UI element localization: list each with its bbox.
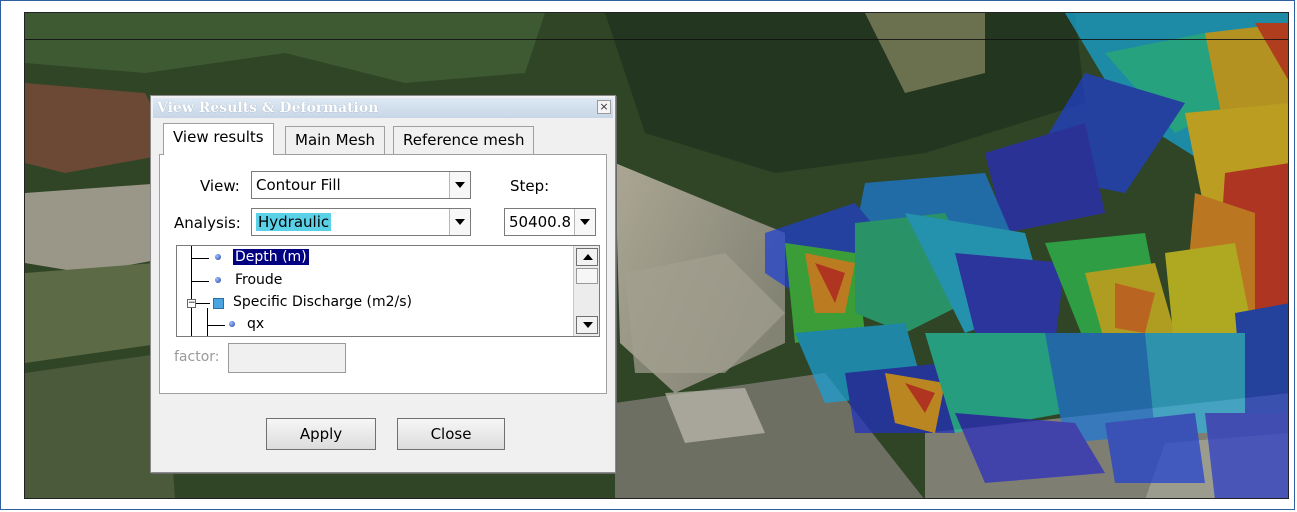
dialog-title[interactable]: View Results & Deformation	[153, 98, 613, 118]
tab-view-results[interactable]: View results	[163, 123, 274, 155]
step-value: 50400.8	[509, 213, 572, 231]
chevron-down-icon[interactable]	[449, 209, 470, 235]
result-node-icon	[229, 321, 235, 327]
factor-label: factor:	[174, 349, 220, 365]
view-dropdown[interactable]: Contour Fill	[251, 171, 471, 199]
analysis-label: Analysis:	[174, 214, 241, 232]
tree-connector	[191, 258, 209, 259]
chevron-down-icon[interactable]	[449, 172, 470, 198]
tree-connector	[207, 325, 225, 326]
step-dropdown[interactable]: 50400.8	[504, 208, 596, 236]
dialog-close-icon[interactable]: ×	[597, 100, 611, 114]
view-results-panel: View: Contour Fill Step: Analysis: Hydra…	[159, 154, 607, 394]
tree-item-specific-discharge[interactable]: Specific Discharge (m2/s)	[233, 294, 412, 310]
scroll-up-icon[interactable]	[576, 248, 598, 266]
chevron-down-icon[interactable]	[574, 209, 595, 235]
factor-input[interactable]	[228, 343, 346, 373]
view-label: View:	[200, 177, 240, 195]
view-value: Contour Fill	[256, 176, 341, 194]
tab-reference-mesh[interactable]: Reference mesh	[393, 126, 535, 154]
tree-connector	[196, 303, 210, 304]
tab-main-mesh[interactable]: Main Mesh	[285, 126, 386, 154]
close-button[interactable]: Close	[397, 418, 505, 450]
tree-guide-line	[191, 246, 192, 336]
result-node-icon	[215, 277, 221, 283]
result-node-icon	[215, 254, 221, 260]
tree-scrollbar[interactable]	[573, 246, 599, 336]
step-label: Step:	[510, 177, 550, 195]
tree-item-depth[interactable]: Depth (m)	[233, 249, 309, 265]
scroll-down-icon[interactable]	[576, 316, 598, 334]
analysis-value: Hydraulic	[256, 213, 332, 231]
analysis-dropdown[interactable]: Hydraulic	[251, 208, 471, 236]
tree-item-qx[interactable]: qx	[247, 316, 264, 332]
scroll-thumb[interactable]	[576, 268, 598, 284]
mesh-boundary-line	[25, 39, 1288, 40]
results-tree[interactable]: Depth (m) Froude − Specific Discharge (m…	[176, 245, 600, 337]
tree-guide-line	[207, 308, 208, 336]
tree-connector	[191, 281, 209, 282]
folder-node-icon	[213, 298, 224, 309]
apply-button[interactable]: Apply	[266, 418, 376, 450]
tree-item-froude[interactable]: Froude	[235, 272, 282, 288]
view-results-dialog[interactable]: View Results & Deformation × View result…	[150, 95, 616, 473]
collapse-icon[interactable]: −	[187, 299, 196, 308]
